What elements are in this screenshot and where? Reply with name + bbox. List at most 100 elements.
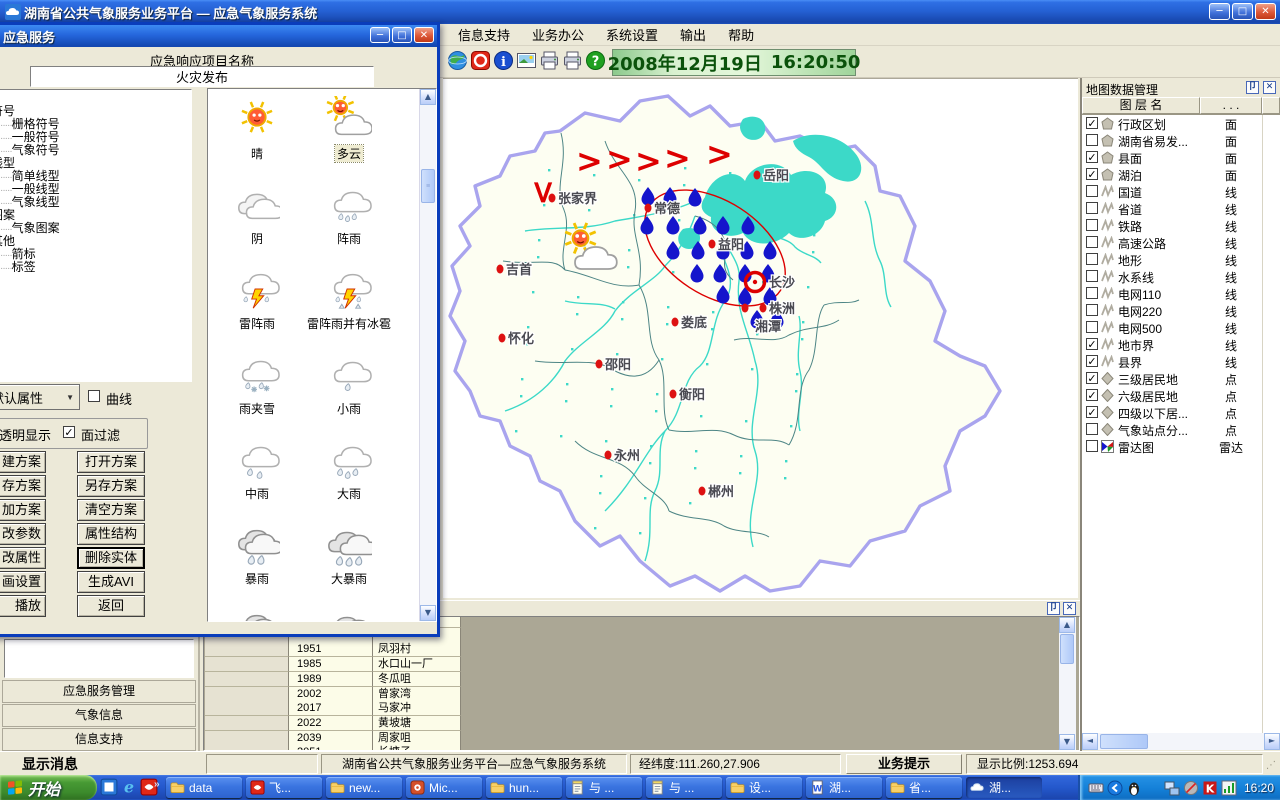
taskbar-button-9[interactable]: 省... — [886, 777, 962, 798]
arrow-circle-icon[interactable] — [1107, 780, 1123, 796]
penguin-icon[interactable] — [1126, 780, 1142, 796]
start-button[interactable]: 开始 — [0, 775, 97, 800]
tree-node-child[interactable]: ·····气象符号 — [0, 144, 191, 157]
weather-symbol-shower[interactable]: 阵雨 — [304, 181, 394, 247]
keyboard-icon[interactable] — [1088, 780, 1104, 796]
message-listbox[interactable] — [4, 639, 194, 678]
pin-icon[interactable]: 卩 — [1047, 602, 1060, 615]
print-icon[interactable] — [539, 50, 560, 71]
taskbar-button-2[interactable]: new... — [326, 777, 402, 798]
weather-symbol-storm[interactable] — [212, 606, 302, 622]
column-header-more[interactable]: . . . — [1200, 97, 1262, 114]
layer-checkbox[interactable]: ✓ — [1086, 338, 1098, 350]
menu-item-3[interactable]: 输出 — [671, 23, 715, 46]
tree-node-child[interactable]: ·····气象图案 — [0, 222, 191, 235]
taskbar-button-4[interactable]: hun... — [486, 777, 562, 798]
taskbar-button-8[interactable]: W湖... — [806, 777, 882, 798]
maximize-button[interactable]: □ — [1232, 3, 1253, 20]
weather-symbol-rain-heavy[interactable]: 大雨 — [304, 436, 394, 502]
dialog-button-left-3[interactable]: 改参数 — [0, 523, 46, 545]
layer-row[interactable]: 雷达图雷达 — [1082, 438, 1280, 455]
layer-checkbox[interactable] — [1086, 236, 1098, 248]
layer-row[interactable]: ✓地市界线 — [1082, 336, 1280, 353]
block-icon[interactable] — [470, 50, 491, 71]
close-button[interactable]: ✕ — [1255, 3, 1276, 20]
dialog-titlebar[interactable]: 应急服务 ─ □ ✕ — [0, 25, 437, 47]
sidebar-bar-1[interactable]: 气象信息 — [2, 704, 196, 727]
layer-checkbox[interactable]: ✓ — [1086, 117, 1098, 129]
weather-scrollbar[interactable]: ▲ ≡ ▼ — [419, 89, 436, 621]
scroll-right-icon[interactable]: ► — [1264, 733, 1280, 750]
layer-row[interactable]: 高速公路线 — [1082, 234, 1280, 251]
scroll-down-icon[interactable]: ▼ — [1059, 734, 1075, 750]
help-icon[interactable]: ? — [585, 50, 606, 71]
layer-checkbox[interactable]: ✓ — [1086, 406, 1098, 418]
weather-symbol-rain-mid[interactable]: 中雨 — [212, 436, 302, 502]
layer-checkbox[interactable]: ✓ — [1086, 355, 1098, 367]
layer-checkbox[interactable]: ✓ — [1086, 372, 1098, 384]
weather-symbol-thunder[interactable]: 雷阵雨 — [212, 266, 302, 332]
print-preview-icon[interactable] — [562, 50, 583, 71]
layer-row[interactable]: 湖南省易发...面 — [1082, 132, 1280, 149]
table-row[interactable]: 1951凤羽村 — [205, 642, 460, 657]
scroll-thumb[interactable] — [1100, 734, 1148, 749]
menu-item-1[interactable]: 业务办公 — [523, 23, 593, 46]
scroll-thumb[interactable] — [1060, 634, 1074, 664]
scroll-up-icon[interactable]: ▲ — [420, 89, 436, 105]
layer-row[interactable]: 气象站点分...点 — [1082, 421, 1280, 438]
scroll-thumb[interactable]: ≡ — [421, 169, 435, 203]
default-attribute-dropdown[interactable]: 改默认属性 ▼ — [0, 384, 80, 410]
curve-checkbox[interactable] — [88, 390, 100, 402]
layer-checkbox[interactable]: ✓ — [1086, 389, 1098, 401]
app-blue-icon[interactable] — [100, 778, 118, 796]
tree-node-child[interactable]: ·····气象线型 — [0, 196, 191, 209]
face-filter-checkbox[interactable]: ✓ — [63, 426, 75, 438]
layer-row[interactable]: 国道线 — [1082, 183, 1280, 200]
weather-symbol-storm-big[interactable]: 大暴雨 — [304, 521, 394, 587]
antivirus-icon[interactable]: K — [1202, 780, 1218, 796]
weather-symbol-sun[interactable]: 晴 — [212, 96, 302, 162]
scroll-up-icon[interactable]: ▲ — [1059, 617, 1075, 633]
project-name-input[interactable] — [30, 66, 374, 87]
taskbar-button-1[interactable]: 飞... — [246, 777, 322, 798]
mute-icon[interactable] — [1183, 780, 1199, 796]
layer-checkbox[interactable] — [1086, 253, 1098, 265]
dialog-close-button[interactable]: ✕ — [414, 27, 434, 43]
dialog-maximize-button[interactable]: □ — [392, 27, 412, 43]
business-tip-button[interactable]: 业务提示 — [846, 754, 962, 774]
layer-checkbox[interactable]: ✓ — [1086, 151, 1098, 163]
table-vertical-scrollbar[interactable]: ▲ ▼ — [1059, 617, 1076, 750]
table-row[interactable]: 1989冬瓜咀 — [205, 672, 460, 687]
table-row[interactable]: 2002曾家湾 — [205, 687, 460, 702]
layer-row[interactable]: ✓四级以下居...点 — [1082, 404, 1280, 421]
layer-checkbox[interactable] — [1086, 202, 1098, 214]
ie-icon[interactable]: e — [120, 778, 138, 796]
taskbar-button-3[interactable]: Mic... — [406, 777, 482, 798]
layer-checkbox[interactable] — [1086, 440, 1098, 452]
map-canvas[interactable]: >>>>>>岳阳张家界常德益阳吉首长沙株洲湘潭娄底怀化邵阳衡阳永州郴州 — [443, 78, 1078, 598]
layer-checkbox[interactable]: ✓ — [1086, 168, 1098, 180]
layer-row[interactable]: ✓湖泊面 — [1082, 166, 1280, 183]
dialog-button-right-1[interactable]: 另存方案 — [77, 475, 145, 497]
close-panel-icon[interactable]: ✕ — [1063, 602, 1076, 615]
pin-icon[interactable]: 卩 — [1246, 81, 1259, 94]
dialog-button-right-4[interactable]: 删除实体 — [77, 547, 145, 569]
app-red-icon[interactable] — [1145, 780, 1161, 796]
close-panel-icon[interactable]: ✕ — [1263, 81, 1276, 94]
layer-row[interactable]: ✓县界线 — [1082, 353, 1280, 370]
dialog-button-right-0[interactable]: 打开方案 — [77, 451, 145, 473]
info-icon[interactable]: i — [493, 50, 514, 71]
layer-checkbox[interactable] — [1086, 321, 1098, 333]
layer-checkbox[interactable] — [1086, 287, 1098, 299]
layer-checkbox[interactable] — [1086, 270, 1098, 282]
taskbar-button-7[interactable]: 设... — [726, 777, 802, 798]
quick-launch-overflow-icon[interactable]: » — [154, 779, 160, 790]
layers-horizontal-scrollbar[interactable]: ◄ ► — [1082, 733, 1280, 750]
dialog-button-left-4[interactable]: 改属性 — [0, 547, 46, 569]
dialog-button-right-3[interactable]: 属性结构 — [77, 523, 145, 545]
table-row[interactable]: 2039周家咀 — [205, 731, 460, 746]
scroll-down-icon[interactable]: ▼ — [420, 605, 436, 621]
image-icon[interactable] — [516, 50, 537, 71]
tree-node-child[interactable]: ·····标签 — [0, 261, 191, 274]
dialog-button-right-6[interactable]: 返回 — [77, 595, 145, 617]
